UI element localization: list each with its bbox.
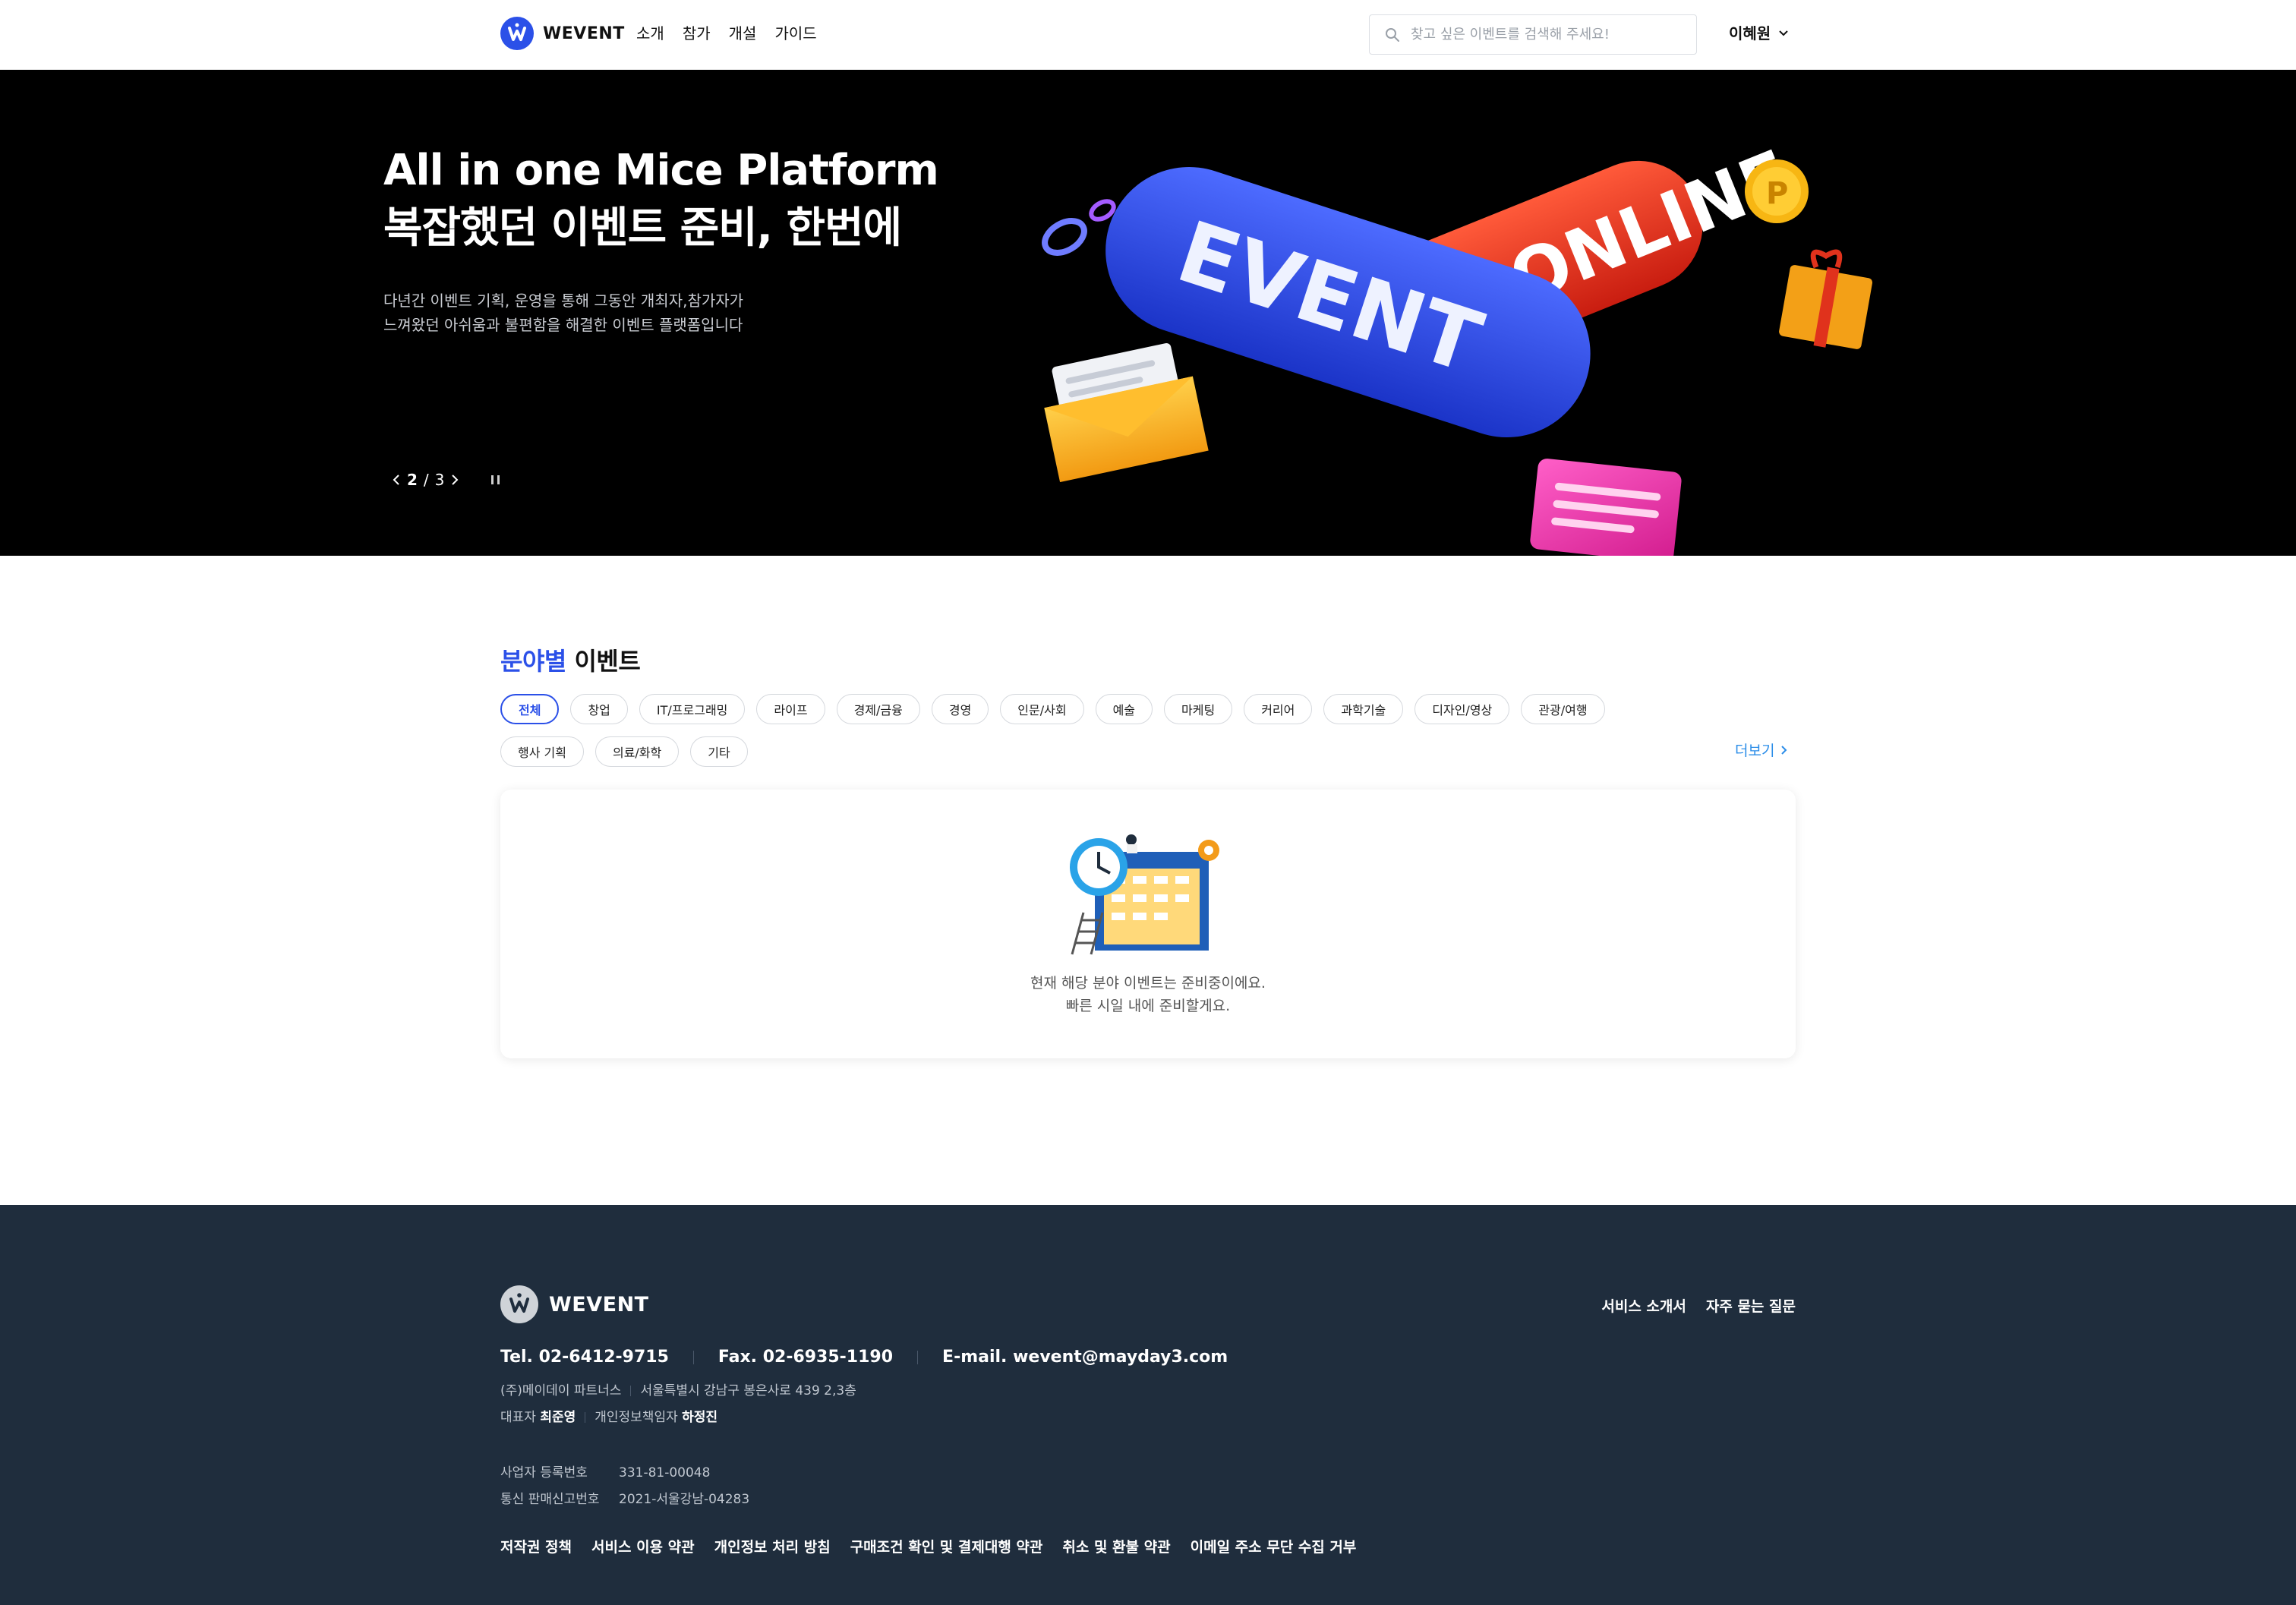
ceo-name: 최준영 [540,1410,576,1425]
biz-reg-label: 사업자 등록번호 [500,1465,588,1480]
footer-logo[interactable]: WEVENT [500,1285,649,1323]
chip-management[interactable]: 경영 [931,694,989,724]
chip-art[interactable]: 예술 [1095,694,1153,724]
prev-slide-icon[interactable] [392,474,401,486]
chip-medical[interactable]: 의료/화학 [594,736,680,767]
chip-startup[interactable]: 창업 [570,694,628,724]
footer-contact: Tel. 02-6412-9715 Fax. 02-6935-1190 E-ma… [500,1348,1228,1367]
policy-email-refusal[interactable]: 이메일 주소 무단 수집 거부 [1191,1536,1357,1556]
hero-title-line2: 복잡했던 이벤트 준비, 한번에 [383,203,902,253]
slide-controls: 2 / 3 [392,471,500,489]
hero-description: 다년간 이벤트 기획, 운영을 통해 그동안 개최자,참가자가 느껴왔던 아쉬움… [383,289,743,337]
chip-career[interactable]: 커리어 [1244,694,1313,724]
chip-travel[interactable]: 관광/여행 [1521,694,1605,724]
search-icon [1386,27,1399,42]
main-nav: 소개 참가 개설 가이드 [636,21,817,46]
logo-text: WEVENT [543,24,625,43]
ceo-label: 대표자 [500,1410,536,1425]
coin-letter: P [1766,176,1788,211]
service-intro-link[interactable]: 서비스 소개서 [1601,1295,1686,1316]
chip-life[interactable]: 라이프 [756,694,825,724]
chip-marketing[interactable]: 마케팅 [1164,694,1233,724]
divider [692,1350,694,1364]
ring-icons [1042,199,1116,256]
empty-state-card: 현재 해당 분야 이벤트는 준비중이에요. 빠른 시일 내에 준비할게요. [500,790,1796,1058]
faq-link[interactable]: 자주 묻는 질문 [1706,1295,1796,1316]
next-slide-icon[interactable] [450,474,459,486]
chip-all[interactable]: 전체 [500,694,560,724]
category-chips: 전체 창업 IT/프로그래밍 라이프 경제/금융 경영 인문/사회 예술 마케팅… [500,694,1624,767]
policy-payment[interactable]: 구매조건 확인 및 결제대행 약관 [850,1536,1043,1556]
slide-separator: / [423,471,429,489]
nav-open[interactable]: 개설 [729,21,757,46]
hero-illustration: ONLINE EVENT P [1042,134,1873,556]
top-header: WEVENT 소개 참가 개설 가이드 이혜원 [0,0,2296,70]
title-rest: 이벤트 [566,647,641,676]
logo[interactable]: WEVENT [500,17,625,50]
title-accent: 분야별 [500,647,566,676]
hero-banner: All in one Mice Platform 복잡했던 이벤트 준비, 한번… [0,70,2296,556]
nav-about[interactable]: 소개 [636,21,664,46]
divider [917,1350,919,1364]
privacy-officer-name: 하정진 [682,1410,718,1425]
footer-logo-text: WEVENT [549,1292,649,1316]
policy-privacy[interactable]: 개인정보 처리 방침 [714,1536,831,1556]
chip-it[interactable]: IT/프로그래밍 [639,694,746,724]
gift-icon [1779,249,1873,349]
nav-join[interactable]: 참가 [683,21,711,46]
footer: WEVENT 서비스 소개서 자주 묻는 질문 Tel. 02-6412-971… [0,1205,2296,1605]
chip-humanities[interactable]: 인문/사회 [1000,694,1084,724]
hero-title: All in one Mice Platform 복잡했던 이벤트 준비, 한번… [383,142,939,257]
footer-policy-links: 저작권 정책 서비스 이용 약관 개인정보 처리 방침 구매조건 확인 및 결제… [500,1536,1356,1556]
company-name: (주)메이데이 파트너스 [500,1383,622,1398]
hero-desc-line1: 다년간 이벤트 기획, 운영을 통해 그동안 개최자,참가자가 [383,292,744,310]
footer-tel: Tel. 02-6412-9715 [500,1348,669,1367]
footer-email: E-mail. wevent@mayday3.com [942,1348,1228,1367]
more-label: 더보기 [1735,743,1775,759]
chat-bubble-icon [1530,459,1682,556]
hero-desc-line2: 느껴왔던 아쉬움과 불편함을 해결한 이벤트 플랫폼입니다 [383,316,743,334]
calendar-illustration [1070,834,1219,955]
wevent-logo-icon [500,17,534,50]
company-address: 서울특별시 강남구 봉은사로 439 2,3층 [640,1383,856,1398]
user-name: 이혜원 [1729,24,1771,43]
empty-line1: 현재 해당 분야 이벤트는 준비중이에요. [1030,975,1266,992]
more-link[interactable]: 더보기 [1735,739,1787,760]
nav-guide[interactable]: 가이드 [774,21,816,46]
policy-copyright[interactable]: 저작권 정책 [500,1536,572,1556]
biz-reg-number: 331-81-00048 [619,1465,711,1480]
pause-icon[interactable] [491,475,500,484]
policy-terms[interactable]: 서비스 이용 약관 [591,1536,695,1556]
footer-registration: 사업자 등록번호 331-81-00048 통신 판매신고번호 2021-서울강남-… [500,1460,749,1513]
coin-icon: P [1745,159,1809,223]
chip-etc[interactable]: 기타 [690,736,748,767]
telecom-label: 통신 판매신고번호 [500,1492,600,1507]
chip-finance[interactable]: 경제/금융 [836,694,920,724]
search-box[interactable] [1369,14,1697,55]
footer-fax: Fax. 02-6935-1190 [718,1348,894,1367]
wevent-logo-icon [500,1285,538,1323]
chip-event-planning[interactable]: 행사 기획 [500,736,584,767]
slide-total: 3 [434,471,445,489]
chip-science[interactable]: 과학기술 [1323,694,1404,724]
empty-line2: 빠른 시일 내에 준비할게요. [1065,998,1231,1014]
envelope-icon [1044,342,1209,483]
user-menu[interactable]: 이혜원 [1729,21,1789,46]
search-input[interactable] [1411,27,1684,43]
category-section-title: 분야별 이벤트 [500,642,641,677]
privacy-officer-label: 개인정보책임자 [594,1410,678,1425]
chevron-right-icon [1781,745,1787,755]
chip-design[interactable]: 디자인/영상 [1414,694,1510,724]
empty-state-message: 현재 해당 분야 이벤트는 준비중이에요. 빠른 시일 내에 준비할게요. [500,972,1796,1017]
hero-title-line1: All in one Mice Platform [383,146,939,195]
footer-top-links: 서비스 소개서 자주 묻는 질문 [1601,1295,1796,1316]
policy-refund[interactable]: 취소 및 환불 약관 [1062,1536,1170,1556]
slide-current: 2 [407,471,418,489]
telecom-number: 2021-서울강남-04283 [619,1492,750,1507]
footer-company-info: (주)메이데이 파트너스 서울특별시 강남구 봉은사로 439 2,3층 대표자 … [500,1378,856,1431]
chevron-down-icon [1779,30,1788,36]
